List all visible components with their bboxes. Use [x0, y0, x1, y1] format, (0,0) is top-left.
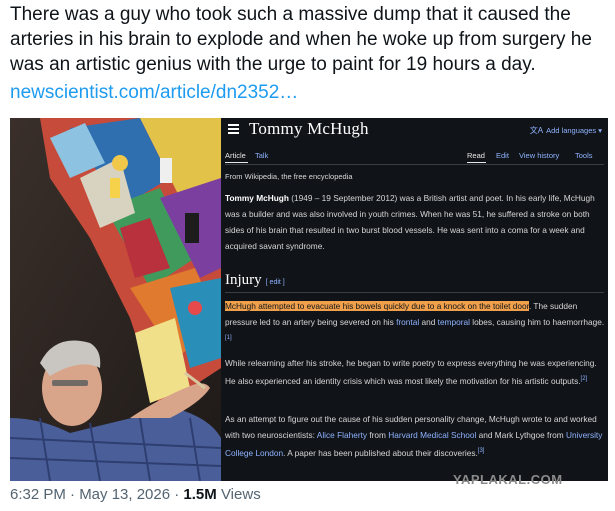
add-languages-label: Add languages: [546, 126, 597, 135]
tweet-media[interactable]: Tommy McHugh 文A Add languages ▾ Article T…: [10, 118, 608, 481]
wiki-tagline: From Wikipedia, the free encyclopedia: [225, 172, 353, 181]
watermark: YAPLAKAL.COM: [453, 472, 563, 487]
injury-text-end: lobes, causing him to haemorrhage.: [469, 317, 605, 327]
tab-read[interactable]: Read: [467, 151, 485, 160]
wikipedia-screenshot: Tommy McHugh 文A Add languages ▾ Article T…: [221, 118, 608, 481]
section-title: Injury: [225, 272, 262, 288]
tabs-divider: [225, 164, 604, 165]
neuro-text-from: from: [367, 430, 389, 440]
neuroscientists-paragraph: As an attempt to figure out the cause of…: [225, 411, 605, 461]
subject-name: Tommy McHugh: [225, 193, 289, 203]
tab-article[interactable]: Article: [225, 151, 246, 160]
intro-paragraph: Tommy McHugh (1949 – 19 September 2012) …: [225, 190, 605, 254]
ref-3[interactable]: [3]: [478, 448, 485, 454]
menu-icon[interactable]: [228, 124, 239, 134]
wiki-page-title: Tommy McHugh: [249, 119, 369, 138]
wiki-tabs: Article Talk Read Edit View history Tool…: [225, 151, 604, 163]
temporal-link[interactable]: temporal: [438, 317, 470, 327]
article-tab-underline: [225, 162, 248, 163]
article-link[interactable]: newscientist.com/article/dn2352…: [10, 80, 298, 105]
highlighted-sentence: McHugh attempted to evacuate his bowels …: [225, 301, 529, 311]
relearning-paragraph: While relearning after his stroke, he be…: [225, 355, 605, 389]
add-languages-button[interactable]: 文A Add languages ▾: [530, 125, 602, 136]
tweet-timestamp[interactable]: 6:32 PM · May 13, 2026 ·: [10, 486, 183, 503]
injury-text-and: and: [419, 317, 438, 327]
painter-photo: [10, 118, 221, 481]
tweet-text: There was a guy who took such a massive …: [10, 4, 592, 75]
alice-flaherty-link[interactable]: Alice Flaherty: [317, 430, 367, 440]
wiki-header: Tommy McHugh 文A Add languages ▾: [221, 118, 608, 144]
views-count: 1.5M: [183, 486, 217, 503]
tab-edit[interactable]: Edit: [496, 151, 509, 160]
injury-paragraph: McHugh attempted to evacuate his bowels …: [225, 298, 605, 348]
tab-view-history[interactable]: View history: [519, 151, 559, 160]
harvard-link[interactable]: Harvard Medical School: [388, 430, 476, 440]
section-heading-injury: Injury [ edit ]: [225, 272, 285, 289]
neuro-text-mark: and Mark Lythgoe from: [476, 430, 566, 440]
section-divider: [225, 292, 604, 293]
read-tab-underline: [467, 162, 486, 163]
translate-icon: 文A: [529, 126, 544, 135]
ref-1[interactable]: [1]: [225, 335, 232, 341]
ref-2[interactable]: [2]: [581, 376, 588, 382]
frontal-link[interactable]: frontal: [396, 317, 419, 327]
tab-talk[interactable]: Talk: [255, 151, 268, 160]
relearning-text: While relearning after his stroke, he be…: [225, 358, 597, 386]
neuro-text-end: . A paper has been published about their…: [283, 447, 478, 458]
tab-tools[interactable]: Tools: [575, 151, 593, 160]
views-label: Views: [216, 486, 261, 503]
section-edit-link[interactable]: [ edit ]: [266, 279, 285, 286]
tweet-meta: 6:32 PM · May 13, 2026 · 1.5M Views: [10, 486, 261, 503]
